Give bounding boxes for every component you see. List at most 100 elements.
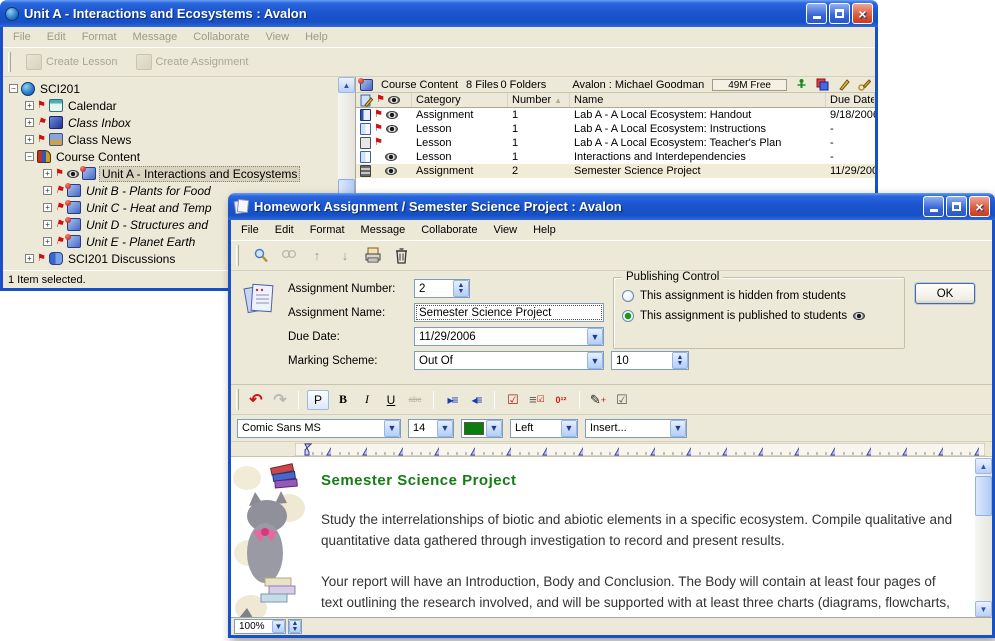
create-lesson-button[interactable]: Create Lesson: [20, 52, 124, 72]
expand-icon[interactable]: +: [43, 203, 52, 212]
column-name[interactable]: Name: [570, 93, 826, 107]
underline-button[interactable]: U: [381, 390, 401, 410]
collapse-icon[interactable]: −: [25, 152, 34, 161]
numbering-icon[interactable]: 0¹²: [551, 390, 571, 410]
menu-file[interactable]: File: [5, 28, 39, 46]
strikethrough-button[interactable]: abc: [405, 390, 425, 410]
checkbox-list-icon[interactable]: ☑: [503, 390, 523, 410]
table-row[interactable]: ⚑ Lesson 1 Lab A - A Local Ecosystem: In…: [356, 122, 875, 136]
tree-item-calendar[interactable]: + ⚑ Calendar: [5, 97, 338, 114]
redo-icon[interactable]: ↷: [270, 390, 290, 410]
menu-help[interactable]: Help: [525, 221, 564, 239]
font-color-select[interactable]: ▼: [461, 419, 503, 438]
scroll-up-icon[interactable]: ▲: [975, 458, 992, 474]
zoom-stepper[interactable]: ▲▼: [288, 619, 302, 634]
column-number[interactable]: Number▲: [508, 93, 570, 107]
close-button[interactable]: ×: [852, 3, 873, 24]
assignment-window-titlebar[interactable]: Homework Assignment / Semester Science P…: [228, 193, 995, 220]
expand-icon[interactable]: +: [43, 186, 52, 195]
next-item-icon[interactable]: ↓: [336, 247, 354, 265]
insert-select[interactable]: Insert... ▼: [585, 419, 687, 438]
menu-format[interactable]: Format: [302, 221, 353, 239]
minimize-button[interactable]: [923, 196, 944, 217]
maximize-button[interactable]: [829, 3, 850, 24]
delete-icon[interactable]: [392, 247, 410, 265]
scroll-thumb[interactable]: [975, 476, 992, 516]
collapse-icon[interactable]: −: [9, 84, 18, 93]
toolbar-grip[interactable]: [236, 389, 239, 409]
print-icon[interactable]: [364, 247, 382, 265]
menu-edit[interactable]: Edit: [39, 28, 74, 46]
previous-item-icon[interactable]: ↑: [308, 247, 326, 265]
expand-icon[interactable]: +: [25, 101, 34, 110]
radio-on-icon[interactable]: [622, 310, 634, 322]
assignment-name-input[interactable]: Semester Science Project: [414, 303, 604, 322]
tree-item-unit-a[interactable]: + ⚑ Unit A - Interactions and Ecosystems: [5, 165, 338, 182]
chevron-down-icon[interactable]: ▼: [587, 352, 603, 369]
scroll-up-icon[interactable]: ▲: [338, 77, 355, 93]
menu-collaborate[interactable]: Collaborate: [413, 221, 485, 239]
marking-points-stepper[interactable]: 10 ▲▼: [611, 351, 689, 370]
menu-edit[interactable]: Edit: [267, 221, 302, 239]
ok-button[interactable]: OK: [915, 283, 975, 304]
table-row[interactable]: ⚑ Assignment 1 Lab A - A Local Ecosystem…: [356, 108, 875, 122]
scroll-down-icon[interactable]: ▼: [975, 601, 992, 617]
editor-canvas[interactable]: Semester Science Project Study the inter…: [231, 457, 992, 617]
menu-file[interactable]: File: [233, 221, 267, 239]
undo-icon[interactable]: ↶: [246, 390, 266, 410]
document-text[interactable]: Semester Science Project Study the inter…: [307, 458, 975, 617]
outdent-icon[interactable]: ◂≡: [466, 390, 486, 410]
font-size-select[interactable]: 14 ▼: [408, 419, 454, 438]
find-next-icon[interactable]: [280, 247, 298, 265]
expand-icon[interactable]: +: [25, 135, 34, 144]
pencil-icon[interactable]: [837, 78, 850, 91]
paragraph-button[interactable]: P: [307, 390, 329, 410]
marking-scheme-select[interactable]: Out Of ▼: [414, 351, 604, 370]
font-family-select[interactable]: Comic Sans MS ▼: [237, 419, 401, 438]
due-date-select[interactable]: 11/29/2006 ▼: [414, 327, 604, 346]
editor-scrollbar[interactable]: ▲ ▼: [975, 458, 992, 617]
stepper-arrows-icon[interactable]: ▲▼: [289, 620, 301, 633]
published-option[interactable]: This assignment is published to students: [622, 310, 896, 322]
toolbar-grip[interactable]: [8, 52, 11, 72]
tree-item-class-news[interactable]: + ⚑ Class News: [5, 131, 338, 148]
table-row[interactable]: ⚑ Lesson 1 Lab A - A Local Ecosystem: Te…: [356, 136, 875, 150]
expand-icon[interactable]: +: [25, 254, 34, 263]
table-row-selected[interactable]: Assignment 2 Semester Science Project 11…: [356, 164, 875, 178]
course-window-titlebar[interactable]: Unit A - Interactions and Ecosystems : A…: [0, 0, 878, 27]
stepper-arrows-icon[interactable]: ▲▼: [453, 280, 469, 297]
expand-icon[interactable]: +: [25, 118, 34, 127]
tree-item-class-inbox[interactable]: + ⚑ Class Inbox: [5, 114, 338, 131]
align-checkbox-icon[interactable]: ≡☑: [527, 390, 547, 410]
menu-collaborate[interactable]: Collaborate: [185, 28, 257, 46]
menu-format[interactable]: Format: [74, 28, 125, 46]
chevron-down-icon[interactable]: ▼: [587, 328, 603, 345]
hidden-option[interactable]: This assignment is hidden from students: [622, 290, 896, 302]
add-note-icon[interactable]: ✎+: [588, 390, 608, 410]
menu-message[interactable]: Message: [125, 28, 186, 46]
key-pencil-icon[interactable]: [858, 78, 871, 91]
zoom-select[interactable]: 100% ▼: [234, 619, 286, 634]
search-icon[interactable]: [252, 247, 270, 265]
column-category[interactable]: Category: [412, 93, 508, 107]
menu-view[interactable]: View: [485, 221, 525, 239]
expand-icon[interactable]: +: [43, 169, 52, 178]
alignment-select[interactable]: Left ▼: [510, 419, 578, 438]
expand-icon[interactable]: +: [43, 220, 52, 229]
radio-off-icon[interactable]: [622, 290, 634, 302]
menu-view[interactable]: View: [257, 28, 297, 46]
tree-item-course-content[interactable]: − Course Content: [5, 148, 338, 165]
minimize-button[interactable]: [806, 3, 827, 24]
indent-icon[interactable]: ▸≡: [442, 390, 462, 410]
expand-icon[interactable]: +: [43, 237, 52, 246]
copy-pages-icon[interactable]: [816, 78, 829, 91]
bold-button[interactable]: B: [333, 390, 353, 410]
close-button[interactable]: ×: [969, 196, 990, 217]
user-icon[interactable]: [795, 78, 808, 91]
toolbar-grip[interactable]: [236, 245, 239, 265]
stepper-arrows-icon[interactable]: ▲▼: [672, 352, 688, 369]
menu-help[interactable]: Help: [297, 28, 336, 46]
spellcheck-icon[interactable]: ☑: [612, 390, 632, 410]
tree-item-sci201[interactable]: − SCI201: [5, 80, 338, 97]
menu-message[interactable]: Message: [353, 221, 414, 239]
